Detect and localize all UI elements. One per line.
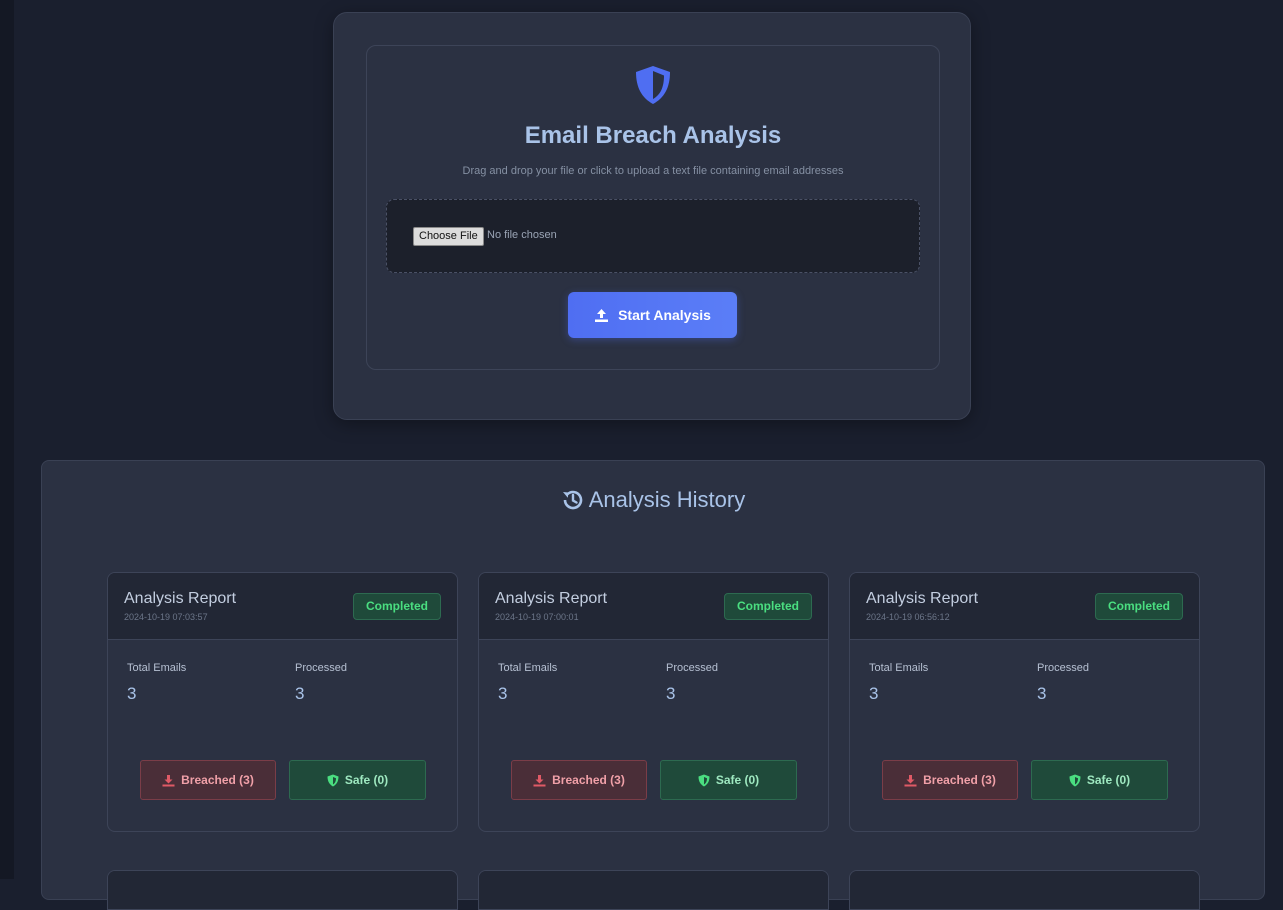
safe-label: Safe (0) [715, 773, 760, 787]
total-emails-value: 3 [869, 684, 879, 703]
status-badge: Completed [1094, 593, 1183, 620]
report-card-header: Analysis Report 2024-10-19 07:00:01 Comp… [479, 573, 828, 640]
shield-icon [636, 66, 670, 104]
report-title: Analysis Report [124, 590, 237, 607]
processed-label: Processed [666, 662, 718, 674]
safe-download-button[interactable]: Safe (0) [289, 760, 426, 800]
report-title: Analysis Report [495, 590, 608, 607]
processed-label: Processed [295, 662, 347, 674]
report-date: 2024-10-19 07:00:01 [495, 612, 579, 622]
download-icon [533, 774, 546, 786]
breached-label: Breached (3) [552, 773, 625, 787]
breached-label: Breached (3) [923, 773, 996, 787]
left-sidebar-strip [0, 0, 14, 879]
upload-title: Email Breach Analysis [524, 122, 782, 149]
file-dropzone[interactable]: Choose File No file chosen [386, 199, 920, 273]
history-icon [562, 490, 583, 510]
start-analysis-button[interactable]: Start Analysis [568, 292, 737, 338]
report-date: 2024-10-19 07:03:57 [124, 612, 208, 622]
safe-download-button[interactable]: Safe (0) [660, 760, 797, 800]
start-analysis-label: Start Analysis [618, 307, 711, 323]
upload-card: Email Breach Analysis Drag and drop your… [366, 45, 940, 370]
total-emails-value: 3 [127, 684, 137, 703]
total-emails-value: 3 [498, 684, 508, 703]
status-badge: Completed [352, 593, 441, 620]
upload-subtitle: Drag and drop your file or click to uplo… [462, 165, 844, 177]
history-heading: Analysis History [42, 487, 1264, 513]
shield-check-icon [327, 774, 339, 786]
breached-label: Breached (3) [181, 773, 254, 787]
history-title: Analysis History [588, 487, 746, 512]
report-card-header [850, 871, 1199, 909]
report-card [849, 870, 1200, 910]
report-card [478, 870, 829, 910]
total-emails-label: Total Emails [127, 662, 187, 674]
processed-value: 3 [295, 684, 305, 703]
file-status-text: No file chosen [487, 229, 557, 241]
report-card-header: Analysis Report 2024-10-19 07:03:57 Comp… [108, 573, 457, 640]
upload-icon [595, 308, 609, 322]
download-icon [904, 774, 917, 786]
download-icon [162, 774, 175, 786]
processed-value: 3 [666, 684, 676, 703]
breached-download-button[interactable]: Breached (3) [140, 760, 276, 800]
report-card [107, 870, 458, 910]
report-title: Analysis Report [866, 590, 979, 607]
total-emails-label: Total Emails [869, 662, 929, 674]
breached-download-button[interactable]: Breached (3) [511, 760, 647, 800]
report-card-header [108, 871, 457, 909]
report-card: Analysis Report 2024-10-19 06:56:12 Comp… [849, 572, 1200, 832]
processed-label: Processed [1037, 662, 1089, 674]
shield-check-icon [1069, 774, 1081, 786]
safe-label: Safe (0) [344, 773, 389, 787]
report-card: Analysis Report 2024-10-19 07:03:57 Comp… [107, 572, 458, 832]
safe-download-button[interactable]: Safe (0) [1031, 760, 1168, 800]
choose-file-button[interactable]: Choose File [413, 227, 484, 246]
report-card-header: Analysis Report 2024-10-19 06:56:12 Comp… [850, 573, 1199, 640]
total-emails-label: Total Emails [498, 662, 558, 674]
report-card: Analysis Report 2024-10-19 07:00:01 Comp… [478, 572, 829, 832]
report-date: 2024-10-19 06:56:12 [866, 612, 950, 622]
report-card-header [479, 871, 828, 909]
processed-value: 3 [1037, 684, 1047, 703]
history-panel: Analysis History Analysis Report 2024-10… [41, 460, 1265, 910]
shield-check-icon [698, 774, 710, 786]
safe-label: Safe (0) [1086, 773, 1131, 787]
breached-download-button[interactable]: Breached (3) [882, 760, 1018, 800]
status-badge: Completed [723, 593, 812, 620]
upload-panel: Email Breach Analysis Drag and drop your… [333, 12, 971, 420]
